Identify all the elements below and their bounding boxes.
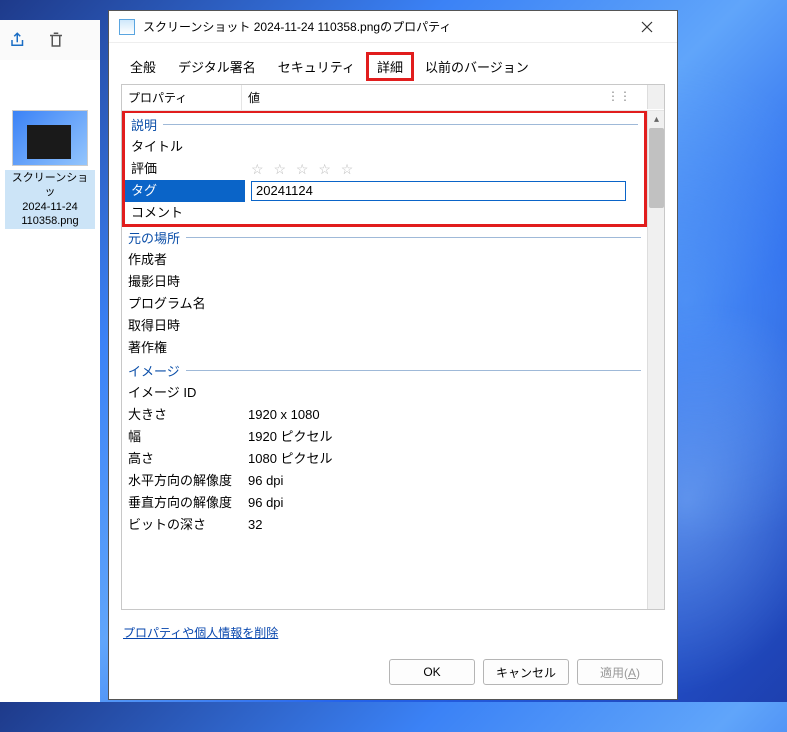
section-image: イメージ — [122, 359, 647, 382]
file-thumbnail[interactable]: スクリーンショッ 2024-11-24 110358.png — [5, 110, 95, 229]
highlight-description-section: 説明 タイトル 評価 ☆ ☆ ☆ ☆ ☆ タグ コメント — [122, 111, 647, 227]
row-height[interactable]: 高さ1080 ピクセル — [122, 448, 647, 470]
dialog-title: スクリーンショット 2024-11-24 110358.pngのプロパティ — [143, 18, 627, 35]
row-image-id[interactable]: イメージ ID — [122, 382, 647, 404]
row-copyright[interactable]: 著作権 — [122, 337, 647, 359]
tab-security[interactable]: セキュリティ — [267, 52, 366, 81]
scroll-up-icon[interactable]: ▴ — [648, 111, 665, 127]
row-author[interactable]: 作成者 — [122, 249, 647, 271]
tab-details[interactable]: 詳細 — [366, 52, 414, 81]
row-tag[interactable]: タグ — [125, 180, 644, 202]
rating-stars[interactable]: ☆ ☆ ☆ ☆ ☆ — [245, 158, 644, 180]
share-icon[interactable] — [8, 30, 28, 50]
row-acquired[interactable]: 取得日時 — [122, 315, 647, 337]
apply-button[interactable]: 適用(A) — [577, 659, 663, 685]
section-description: 説明 — [125, 113, 644, 136]
scroll-thumb[interactable] — [649, 128, 664, 208]
tabs: 全般 デジタル署名 セキュリティ 詳細 以前のバージョン — [109, 43, 677, 80]
delete-icon[interactable] — [46, 30, 66, 50]
row-rating[interactable]: 評価 ☆ ☆ ☆ ☆ ☆ — [125, 158, 644, 180]
row-date-taken[interactable]: 撮影日時 — [122, 271, 647, 293]
remove-properties-link[interactable]: プロパティや個人情報を削除 — [123, 626, 278, 640]
tab-digital-signature[interactable]: デジタル署名 — [167, 52, 267, 81]
section-origin: 元の場所 — [122, 226, 647, 249]
row-comment[interactable]: コメント — [125, 202, 644, 224]
row-bitdepth[interactable]: ビットの深さ32 — [122, 514, 647, 536]
titlebar[interactable]: スクリーンショット 2024-11-24 110358.pngのプロパティ — [109, 11, 677, 43]
column-grip-icon[interactable]: ⋮⋮ — [607, 89, 631, 103]
header-property[interactable]: プロパティ — [122, 85, 242, 110]
row-dimensions[interactable]: 大きさ1920 x 1080 — [122, 404, 647, 426]
properties-dialog: スクリーンショット 2024-11-24 110358.pngのプロパティ 全般… — [108, 10, 678, 700]
row-hres[interactable]: 水平方向の解像度96 dpi — [122, 470, 647, 492]
row-width[interactable]: 幅1920 ピクセル — [122, 426, 647, 448]
row-program[interactable]: プログラム名 — [122, 293, 647, 315]
close-button[interactable] — [627, 13, 667, 41]
ok-button[interactable]: OK — [389, 659, 475, 685]
vertical-scrollbar[interactable]: ▴ — [647, 111, 664, 609]
row-title[interactable]: タイトル — [125, 136, 644, 158]
tab-previous-versions[interactable]: 以前のバージョン — [414, 52, 540, 81]
scrollbar-header-gap — [647, 85, 664, 109]
row-vres[interactable]: 垂直方向の解像度96 dpi — [122, 492, 647, 514]
file-type-icon — [119, 19, 135, 35]
tab-general[interactable]: 全般 — [119, 52, 167, 81]
details-pane: プロパティ 値 ⋮⋮ 説明 タイトル 評価 ☆ ☆ ☆ ☆ ☆ — [121, 84, 665, 610]
tag-input[interactable] — [251, 181, 626, 201]
file-name-label: スクリーンショッ 2024-11-24 110358.png — [5, 170, 95, 229]
thumbnail-image — [12, 110, 88, 166]
cancel-button[interactable]: キャンセル — [483, 659, 569, 685]
grid-header: プロパティ 値 ⋮⋮ — [122, 85, 664, 111]
header-value[interactable]: 値 ⋮⋮ — [242, 85, 647, 110]
